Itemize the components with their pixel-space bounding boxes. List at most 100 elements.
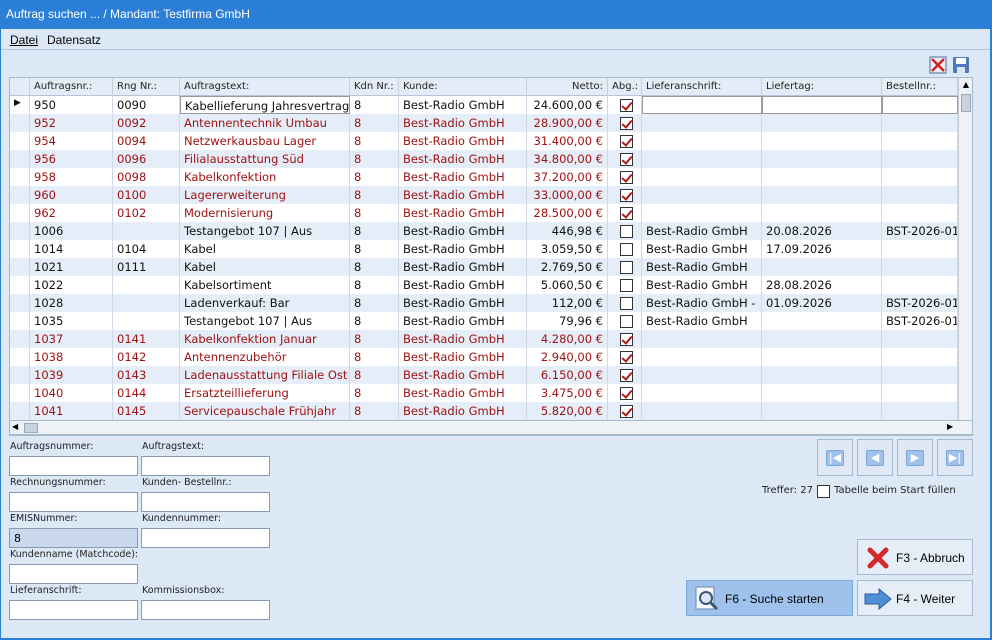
fill-on-start-checkbox[interactable] bbox=[817, 485, 830, 498]
table-row[interactable]: 954 0094 Netzwerkausbau Lager 8 Best-Radio G… bbox=[10, 132, 958, 150]
column-header[interactable]: Auftragstext: bbox=[180, 78, 350, 96]
cell-liefer[interactable] bbox=[642, 186, 762, 204]
cell-netto[interactable]: 37.200,00 € bbox=[527, 168, 608, 186]
cell-rng[interactable] bbox=[113, 276, 180, 294]
cell-text[interactable]: Ersatzteillieferung bbox=[180, 384, 350, 402]
cell-kdn[interactable]: 8 bbox=[350, 258, 399, 276]
cell-nr[interactable]: 1037 bbox=[30, 330, 113, 348]
cell-kunde[interactable]: Best-Radio GmbH bbox=[399, 366, 527, 384]
prev-record-button[interactable]: ◀ bbox=[857, 439, 893, 476]
cell-best[interactable] bbox=[882, 276, 958, 294]
cell-liefer[interactable] bbox=[642, 204, 762, 222]
cell-liefer[interactable] bbox=[642, 96, 762, 114]
cell-text[interactable]: Kabellieferung Jahresvertrag bbox=[180, 96, 350, 114]
cell-netto[interactable]: 4.280,00 € bbox=[527, 330, 608, 348]
table-row[interactable]: 1021 0111 Kabel 8 Best-Radio GmbH 2.769,50 € B… bbox=[10, 258, 958, 276]
scroll-right-icon[interactable]: ▶ bbox=[947, 422, 953, 431]
abgeschlossen-checkbox[interactable] bbox=[620, 387, 633, 400]
cell-kdn[interactable]: 8 bbox=[350, 240, 399, 258]
cell-kunde[interactable]: Best-Radio GmbH bbox=[399, 150, 527, 168]
row-selector[interactable] bbox=[10, 330, 30, 348]
cell-kunde[interactable]: Best-Radio GmbH bbox=[399, 402, 527, 420]
abgeschlossen-checkbox[interactable] bbox=[620, 153, 633, 166]
cell-kunde[interactable]: Best-Radio GmbH bbox=[399, 204, 527, 222]
cell-best[interactable]: BST-2026-011 bbox=[882, 294, 958, 312]
cell-best[interactable] bbox=[882, 204, 958, 222]
table-row[interactable]: 952 0092 Antennentechnik Umbau 8 Best-Radio … bbox=[10, 114, 958, 132]
cell-rng[interactable] bbox=[113, 294, 180, 312]
kommissionsbox-input[interactable] bbox=[141, 600, 270, 620]
cell-rng[interactable]: 0111 bbox=[113, 258, 180, 276]
cell-tag[interactable] bbox=[762, 258, 882, 276]
first-record-button[interactable]: |◀ bbox=[817, 439, 853, 476]
cell-kdn[interactable]: 8 bbox=[350, 132, 399, 150]
abgeschlossen-checkbox[interactable] bbox=[620, 243, 633, 256]
kundenname-input[interactable] bbox=[9, 564, 138, 584]
cell-text[interactable]: Antennentechnik Umbau bbox=[180, 114, 350, 132]
cell-best[interactable]: BST-2026-016 bbox=[882, 222, 958, 240]
cell-tag[interactable] bbox=[762, 132, 882, 150]
cell-rng[interactable] bbox=[113, 222, 180, 240]
cell-kunde[interactable]: Best-Radio GmbH bbox=[399, 384, 527, 402]
cell-nr[interactable]: 956 bbox=[30, 150, 113, 168]
cell-tag[interactable] bbox=[762, 384, 882, 402]
table-row[interactable]: 1022 Kabelsortiment 8 Best-Radio GmbH 5.060,… bbox=[10, 276, 958, 294]
column-header[interactable] bbox=[10, 78, 30, 96]
cell-nr[interactable]: 1038 bbox=[30, 348, 113, 366]
cell-rng[interactable]: 0098 bbox=[113, 168, 180, 186]
table-row[interactable]: 958 0098 Kabelkonfektion 8 Best-Radio GmbH 37… bbox=[10, 168, 958, 186]
cell-best[interactable] bbox=[882, 348, 958, 366]
table-row[interactable]: 956 0096 Filialausstattung Süd 8 Best-Radio … bbox=[10, 150, 958, 168]
cell-rng[interactable]: 0090 bbox=[113, 96, 180, 114]
current-row-indicator-icon[interactable]: ▶ bbox=[10, 96, 30, 114]
cell-kunde[interactable]: Best-Radio GmbH bbox=[399, 258, 527, 276]
cell-liefer[interactable] bbox=[642, 132, 762, 150]
abgeschlossen-checkbox[interactable] bbox=[620, 261, 633, 274]
row-selector[interactable] bbox=[10, 276, 30, 294]
cell-nr[interactable]: 1039 bbox=[30, 366, 113, 384]
kunden-bestellnr-input[interactable] bbox=[141, 492, 270, 512]
cell-kdn[interactable]: 8 bbox=[350, 150, 399, 168]
cell-kunde[interactable]: Best-Radio GmbH bbox=[399, 276, 527, 294]
cell-kdn[interactable]: 8 bbox=[350, 330, 399, 348]
abgeschlossen-checkbox[interactable] bbox=[620, 333, 633, 346]
table-row[interactable]: 1037 0141 Kabelkonfektion Januar 8 Best-Radi… bbox=[10, 330, 958, 348]
column-header[interactable]: Bestellnr.: bbox=[882, 78, 958, 96]
cell-nr[interactable]: 952 bbox=[30, 114, 113, 132]
emisnummer-input[interactable]: 8 bbox=[9, 528, 138, 548]
cell-rng[interactable]: 0142 bbox=[113, 348, 180, 366]
results-grid[interactable]: Auftragsnr.: Rng Nr.: Auftragstext: Kdn Nr.… bbox=[9, 77, 973, 436]
column-header[interactable]: Abg.: bbox=[608, 78, 642, 96]
delete-icon[interactable] bbox=[929, 56, 947, 74]
cell-best[interactable] bbox=[882, 168, 958, 186]
abgeschlossen-checkbox[interactable] bbox=[620, 369, 633, 382]
cell-tag[interactable]: 01.09.2026 bbox=[762, 294, 882, 312]
cell-nr[interactable]: 1040 bbox=[30, 384, 113, 402]
cell-liefer[interactable] bbox=[642, 384, 762, 402]
cell-text[interactable]: Kabelkonfektion bbox=[180, 168, 350, 186]
cell-rng[interactable]: 0096 bbox=[113, 150, 180, 168]
cell-liefer[interactable] bbox=[642, 150, 762, 168]
table-row[interactable]: 962 0102 Modernisierung 8 Best-Radio GmbH 28.… bbox=[10, 204, 958, 222]
cell-netto[interactable]: 6.150,00 € bbox=[527, 366, 608, 384]
table-row[interactable]: 1014 0104 Kabel 8 Best-Radio GmbH 3.059,50 € B… bbox=[10, 240, 958, 258]
abgeschlossen-checkbox[interactable] bbox=[620, 189, 633, 202]
cell-nr[interactable]: 1028 bbox=[30, 294, 113, 312]
cell-tag[interactable]: 28.08.2026 bbox=[762, 276, 882, 294]
cell-tag[interactable] bbox=[762, 402, 882, 420]
abgeschlossen-checkbox[interactable] bbox=[620, 297, 633, 310]
abgeschlossen-checkbox[interactable] bbox=[620, 351, 633, 364]
hscroll-thumb[interactable] bbox=[24, 423, 38, 433]
cell-kunde[interactable]: Best-Radio GmbH bbox=[399, 132, 527, 150]
cell-tag[interactable] bbox=[762, 312, 882, 330]
cell-rng[interactable] bbox=[113, 312, 180, 330]
table-row[interactable]: 1006 Testangebot 107 | Aus 8 Best-Radio Gmb… bbox=[10, 222, 958, 240]
cell-liefer[interactable]: Best-Radio GmbH - bbox=[642, 294, 762, 312]
cell-kdn[interactable]: 8 bbox=[350, 276, 399, 294]
row-selector[interactable] bbox=[10, 222, 30, 240]
cell-text[interactable]: Kabelsortiment bbox=[180, 276, 350, 294]
cell-nr[interactable]: 950 bbox=[30, 96, 113, 114]
column-header[interactable]: Auftragsnr.: bbox=[30, 78, 113, 96]
cell-tag[interactable] bbox=[762, 114, 882, 132]
weiter-button[interactable]: F4 - Weiter bbox=[857, 580, 973, 616]
